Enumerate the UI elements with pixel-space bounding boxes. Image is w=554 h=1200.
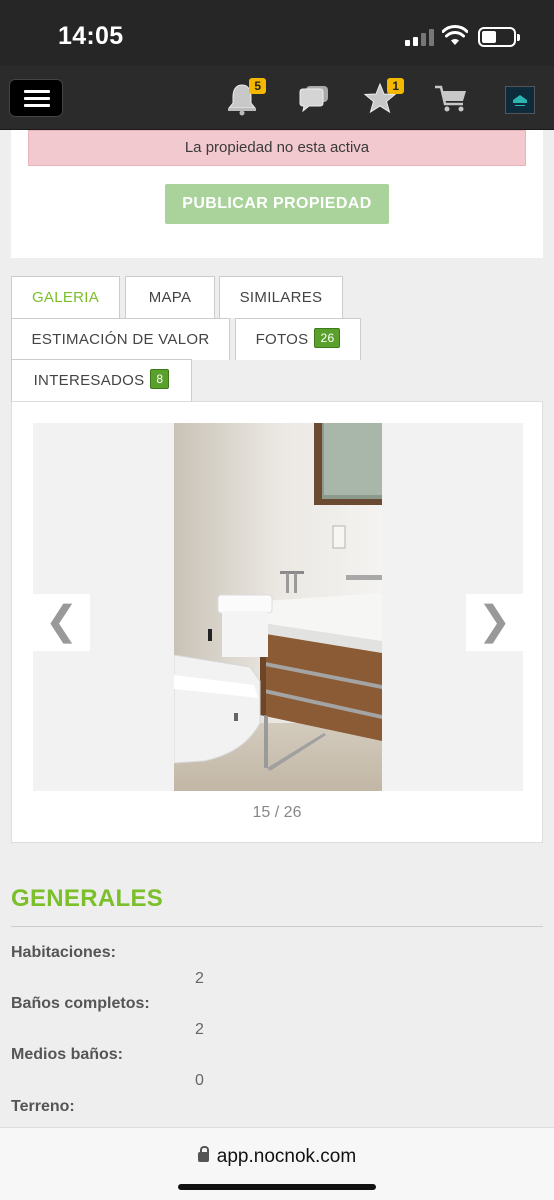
field-label-banos-completos: Baños completos: [11,995,150,1012]
field-value-banos-completos: 2 [195,1021,204,1038]
gallery-stage: ❮ ❯ [33,423,523,791]
section-divider [11,926,543,927]
favorites-badge: 1 [387,78,404,94]
inactive-alert: La propiedad no esta activa [28,130,526,166]
favorites-button[interactable]: 1 [362,78,404,116]
browser-url-bar[interactable]: app.nocnok.com [0,1127,554,1200]
url-display[interactable]: app.nocnok.com [0,1146,554,1168]
field-value-medios-banos: 0 [195,1072,204,1089]
field-label-terreno: Terreno: [11,1098,75,1115]
app-header: 5 1 [0,66,554,130]
tab-label: GALERIA [31,289,100,306]
property-photo[interactable] [174,423,382,791]
cart-icon [435,85,466,112]
tab-estimacion-de-valor[interactable]: ESTIMACIÓN DE VALOR [11,318,230,360]
notifications-badge: 5 [249,78,266,94]
messages-button[interactable] [296,80,336,116]
cellular-signal-icon [405,28,435,46]
cart-button[interactable] [432,80,472,116]
tab-label: MAPA [148,289,192,306]
fotos-count-badge: 26 [314,328,341,348]
bathroom-photo-image [174,423,382,791]
gallery-panel: ❮ ❯ 15 / 26 [11,401,543,843]
tab-galeria[interactable]: GALERIA [11,276,120,318]
avatar-logo-icon [513,95,527,106]
home-indicator[interactable] [178,1184,376,1190]
gallery-counter: 15 / 26 [252,804,302,821]
field-label-habitaciones: Habitaciones: [11,944,116,961]
property-status-card: La propiedad no esta activa PUBLICAR PRO… [11,130,543,258]
user-avatar[interactable] [505,86,535,114]
tab-mapa[interactable]: MAPA [125,276,215,318]
tab-label: INTERESADOS [33,372,145,389]
tab-fotos[interactable]: FOTOS 26 [235,318,361,360]
status-bar: 14:05 [0,0,554,66]
menu-button[interactable] [9,79,63,117]
publish-property-button[interactable]: PUBLICAR PROPIEDAD [165,184,389,224]
status-time: 14:05 [58,22,124,50]
section-title-generales: GENERALES [11,885,164,912]
wifi-icon [442,25,468,45]
lock-icon [197,1146,209,1162]
tab-label: SIMILARES [239,289,323,306]
tab-label: ESTIMACIÓN DE VALOR [31,331,210,348]
field-label-medios-banos: Medios baños: [11,1046,124,1063]
chat-icon [299,86,328,113]
chevron-left-icon: ❮ [44,599,79,643]
tab-label: FOTOS [255,331,309,348]
tab-similares[interactable]: SIMILARES [219,276,343,318]
battery-icon [478,27,520,47]
interesados-count-badge: 8 [150,369,170,389]
notifications-button[interactable]: 5 [224,78,266,116]
url-text: app.nocnok.com [216,1146,357,1167]
gallery-next-button[interactable]: ❯ [466,594,523,651]
field-value-habitaciones: 2 [195,970,204,987]
gallery-prev-button[interactable]: ❮ [33,594,90,651]
chevron-right-icon: ❯ [477,599,512,643]
tab-interesados[interactable]: INTERESADOS 8 [11,359,192,401]
